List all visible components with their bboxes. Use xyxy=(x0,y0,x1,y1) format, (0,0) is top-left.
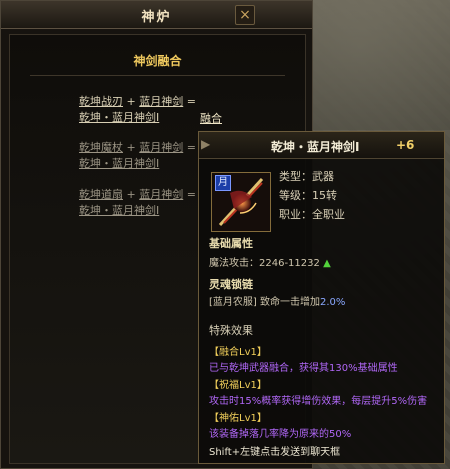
recipe-result[interactable]: 乾坤・蓝月神剑Ⅰ xyxy=(79,157,159,170)
recipe-row-2[interactable]: 乾坤魔杖 + 蓝月神剑 = 乾坤・蓝月神剑Ⅰ xyxy=(79,140,196,172)
recipe-part2[interactable]: 蓝月神剑 xyxy=(139,141,183,154)
recipe-part1[interactable]: 乾坤战刃 xyxy=(79,95,123,108)
recipe-plus: + xyxy=(126,95,136,108)
recipe-part2[interactable]: 蓝月神剑 xyxy=(139,95,183,108)
item-enhance-level: +6 xyxy=(396,138,415,152)
window-title: 神炉 xyxy=(141,10,172,25)
recipe-result[interactable]: 乾坤・蓝月神剑Ⅰ xyxy=(79,204,159,217)
skill1-tag: 【融合Lv1】 xyxy=(209,347,267,358)
skill2-tag: 【祝福Lv1】 xyxy=(209,380,267,391)
recipe-eq: = xyxy=(186,95,196,108)
soul-chain-line: [蓝月农服] 致命一击增加2.0% xyxy=(209,293,345,308)
skill3-desc: 该装备掉落几率降为原来的50% xyxy=(209,429,352,440)
magic-attack-value: 魔法攻击：2246-11232 xyxy=(209,258,320,269)
panel-subtitle: 神剑融合 xyxy=(133,54,182,68)
skill2-desc: 攻击时15%概率获得增伤效果，每层提升5%伤害 xyxy=(209,396,428,407)
skill3-tag: 【神佑Lv1】 xyxy=(209,413,267,424)
item-tooltip: ▶ 乾坤・蓝月神剑Ⅰ +6 月 类型：武器 等级：15转 职业：全职业 基础属性… xyxy=(198,131,445,464)
moon-badge-icon: 月 xyxy=(215,175,231,191)
close-button[interactable]: × xyxy=(235,5,255,25)
item-type: 类型：武器 xyxy=(279,170,334,183)
tooltip-header: ▶ 乾坤・蓝月神剑Ⅰ +6 xyxy=(199,132,444,159)
soul-chain-item: [蓝月农服] xyxy=(209,297,257,308)
item-name: 乾坤・蓝月神剑Ⅰ xyxy=(271,140,360,154)
recipe-part1[interactable]: 乾坤道扇 xyxy=(79,188,123,201)
window-titlebar[interactable]: 神炉 × xyxy=(1,1,312,29)
skill1-desc: 已与乾坤武器融合，获得其130%基础属性 xyxy=(209,363,398,374)
soul-chain-header: 灵魂锁链 xyxy=(209,278,253,291)
recipe-eq: = xyxy=(186,188,196,201)
recipe-part1[interactable]: 乾坤魔杖 xyxy=(79,141,123,154)
item-icon: 月 xyxy=(211,172,271,232)
game-world-terrain xyxy=(310,0,450,130)
recipe-row-1[interactable]: 乾坤战刃 + 蓝月神剑 = 乾坤・蓝月神剑Ⅰ xyxy=(79,94,196,126)
recipe-result[interactable]: 乾坤・蓝月神剑Ⅰ xyxy=(79,111,159,124)
divider xyxy=(30,75,285,76)
recipe-plus: + xyxy=(126,188,136,201)
special-effect-header: 特殊效果 xyxy=(209,324,253,337)
recipe-plus: + xyxy=(126,141,136,154)
arrow-icon: ▶ xyxy=(201,137,211,151)
up-arrow-icon: ▲ xyxy=(323,258,331,269)
recipe-part2[interactable]: 蓝月神剑 xyxy=(139,188,183,201)
base-attr-header: 基础属性 xyxy=(209,237,253,250)
tooltip-footer: Shift+左键点击发送到聊天框 xyxy=(209,447,341,458)
recipe-row-3[interactable]: 乾坤道扇 + 蓝月神剑 = 乾坤・蓝月神剑Ⅰ xyxy=(79,187,196,219)
soul-chain-percent: 2.0% xyxy=(320,297,346,308)
soul-chain-effect: 致命一击增加 xyxy=(256,297,320,308)
item-job: 职业：全职业 xyxy=(279,208,345,221)
recipe-eq: = xyxy=(186,141,196,154)
item-grade: 等级：15转 xyxy=(279,189,337,202)
fuse-button[interactable]: 融合 xyxy=(200,110,222,126)
magic-attack-line: 魔法攻击：2246-11232 ▲ xyxy=(209,254,331,269)
